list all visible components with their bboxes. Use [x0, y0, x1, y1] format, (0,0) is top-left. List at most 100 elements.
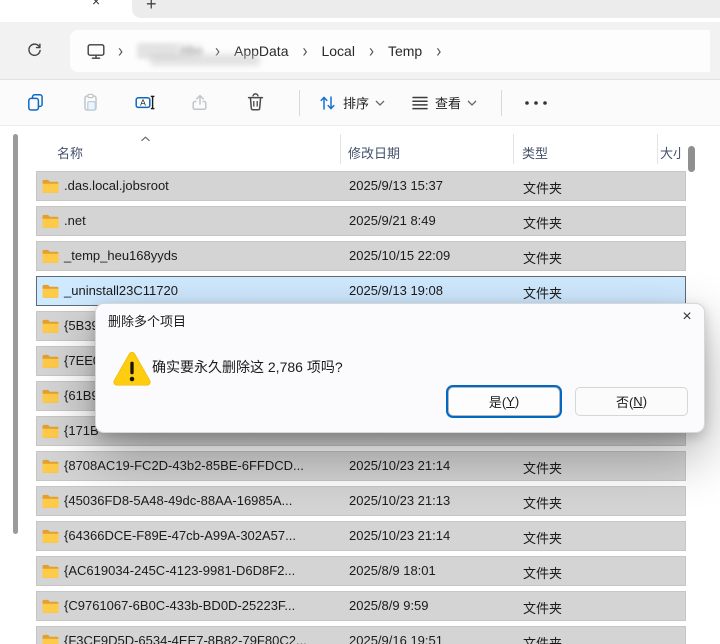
file-row[interactable]: {F3CF9D5D-6534-4EE7-8B82-79F80C2... 2025…: [36, 626, 686, 644]
file-row[interactable]: {64366DCE-F89E-47cb-A99A-302A57... 2025/…: [36, 521, 686, 551]
row-type: 文件夹: [523, 461, 563, 476]
yes-label: 是(: [488, 395, 507, 410]
column-header-row: 名称 修改日期 类型 大小: [0, 134, 720, 166]
share-button: [173, 85, 228, 121]
folder-icon: [42, 459, 59, 477]
row-name: {C9761067-6B0C-433b-BD0D-25223F...: [64, 598, 296, 613]
list-scrollbar-thumb[interactable]: [688, 146, 695, 172]
folder-icon: [42, 494, 59, 512]
new-tab-button[interactable]: +: [146, 0, 157, 15]
ellipsis-icon: [525, 100, 547, 105]
row-name: _temp_heu168yyds: [64, 248, 178, 263]
dialog-message: 确实要永久删除这 2,786 项吗?: [152, 359, 343, 375]
redaction-smear: [150, 54, 260, 66]
row-type: 文件夹: [523, 251, 563, 266]
dialog-close-icon[interactable]: ×: [674, 305, 700, 329]
row-name: {61B9: [64, 388, 99, 403]
view-lines-icon: [412, 96, 428, 109]
row-name: {171B: [64, 423, 99, 438]
file-row[interactable]: {AC619034-245C-4123-9981-D6D8F2... 2025/…: [36, 556, 686, 586]
folder-icon: [42, 249, 59, 267]
sort-arrows-icon: [320, 95, 335, 110]
row-name: {5B39: [64, 318, 99, 333]
column-divider[interactable]: [513, 134, 514, 164]
file-row[interactable]: _uninstall23C11720 2025/9/13 19:08 文件夹: [36, 276, 686, 306]
row-date: 2025/9/13 19:08: [349, 283, 443, 298]
folder-icon: [42, 529, 59, 547]
sort-button[interactable]: 排序: [310, 85, 393, 121]
row-type: 文件夹: [523, 531, 563, 546]
row-type: 文件夹: [523, 636, 563, 644]
nav-pane-scrollbar-thumb[interactable]: [13, 134, 18, 534]
column-divider[interactable]: [657, 134, 658, 164]
file-row[interactable]: .net 2025/9/21 8:49 文件夹: [36, 206, 686, 236]
folder-icon: [42, 424, 59, 442]
row-date: 2025/10/15 22:09: [349, 248, 451, 263]
row-date: 2025/9/13 15:37: [349, 178, 443, 193]
command-toolbar: A 排序 查看: [0, 80, 720, 126]
yes-label-suffix: ): [514, 394, 520, 409]
column-divider[interactable]: [340, 134, 341, 164]
no-label: 否(: [615, 395, 634, 410]
refresh-icon[interactable]: [26, 42, 43, 64]
row-name: .net: [64, 213, 86, 228]
column-header-size[interactable]: 大小: [660, 143, 682, 162]
folder-icon: [42, 284, 59, 302]
this-pc-icon[interactable]: [86, 43, 106, 60]
view-button[interactable]: 查看: [403, 85, 485, 121]
no-label-suffix: ): [642, 394, 648, 409]
column-header-type[interactable]: 类型: [522, 143, 548, 162]
close-tab-icon[interactable]: ×: [92, 0, 100, 9]
svg-text:A: A: [140, 98, 146, 108]
row-date: 2025/8/9 18:01: [349, 563, 436, 578]
breadcrumb-chevron-icon: ›: [302, 40, 308, 62]
column-header-date[interactable]: 修改日期: [348, 143, 400, 162]
row-date: 2025/10/23 21:13: [349, 493, 451, 508]
toolbar-divider: [299, 89, 300, 116]
folder-icon: [42, 599, 59, 617]
breadcrumb-item-temp[interactable]: Temp: [386, 41, 424, 61]
no-button[interactable]: 否(N): [575, 387, 688, 416]
file-row[interactable]: .das.local.jobsroot 2025/9/13 15:37 文件夹: [36, 171, 686, 201]
row-date: 2025/10/23 21:14: [349, 528, 451, 543]
breadcrumb-chevron-icon: ›: [368, 40, 374, 62]
breadcrumb-item-local[interactable]: Local: [319, 41, 356, 61]
paste-button: [63, 85, 118, 121]
row-type: 文件夹: [523, 566, 563, 581]
breadcrumb-chevron-icon: ›: [436, 40, 442, 62]
row-type: 文件夹: [523, 286, 563, 301]
delete-confirmation-dialog: 删除多个项目 × 确实要永久删除这 2,786 项吗? 是(Y) 否(N): [95, 303, 705, 433]
warning-icon: [112, 350, 152, 393]
dialog-title: 删除多个项目: [108, 314, 187, 329]
row-type: 文件夹: [523, 496, 563, 511]
file-row[interactable]: {45036FD8-5A48-49dc-88AA-16985A... 2025/…: [36, 486, 686, 516]
sort-label: 排序: [343, 96, 370, 111]
folder-icon: [42, 354, 59, 372]
breadcrumb-chevron-icon: ›: [118, 40, 123, 62]
copy-button[interactable]: [8, 85, 63, 121]
row-type: 文件夹: [523, 601, 563, 616]
folder-icon: [42, 634, 59, 644]
chevron-down-icon: [375, 100, 385, 106]
more-options-button[interactable]: [514, 85, 558, 121]
row-name: {64366DCE-F89E-47cb-A99A-302A57...: [64, 528, 296, 543]
row-date: 2025/9/21 8:49: [349, 213, 436, 228]
row-date: 2025/8/9 9:59: [349, 598, 429, 613]
file-explorer-window: × + › nbo › AppData › Local › Temp › A 排…: [0, 0, 720, 644]
file-row[interactable]: {8708AC19-FC2D-43b2-85BE-6FFDCD... 2025/…: [36, 451, 686, 481]
row-name: _uninstall23C11720: [64, 283, 178, 298]
file-row[interactable]: {C9761067-6B0C-433b-BD0D-25223F... 2025/…: [36, 591, 686, 621]
no-key: N: [633, 394, 643, 409]
row-date: 2025/9/16 19:51: [349, 633, 443, 644]
chevron-down-icon: [467, 100, 477, 106]
column-header-name[interactable]: 名称: [57, 143, 83, 162]
file-row[interactable]: _temp_heu168yyds 2025/10/15 22:09 文件夹: [36, 241, 686, 271]
rename-button[interactable]: A: [118, 85, 173, 121]
row-name: {45036FD8-5A48-49dc-88AA-16985A...: [64, 493, 293, 508]
row-name: .das.local.jobsroot: [64, 178, 169, 193]
tab-strip: +: [132, 0, 720, 18]
row-name: {8708AC19-FC2D-43b2-85BE-6FFDCD...: [64, 458, 304, 473]
folder-icon: [42, 319, 59, 337]
yes-button[interactable]: 是(Y): [448, 387, 560, 416]
delete-button[interactable]: [228, 85, 283, 121]
